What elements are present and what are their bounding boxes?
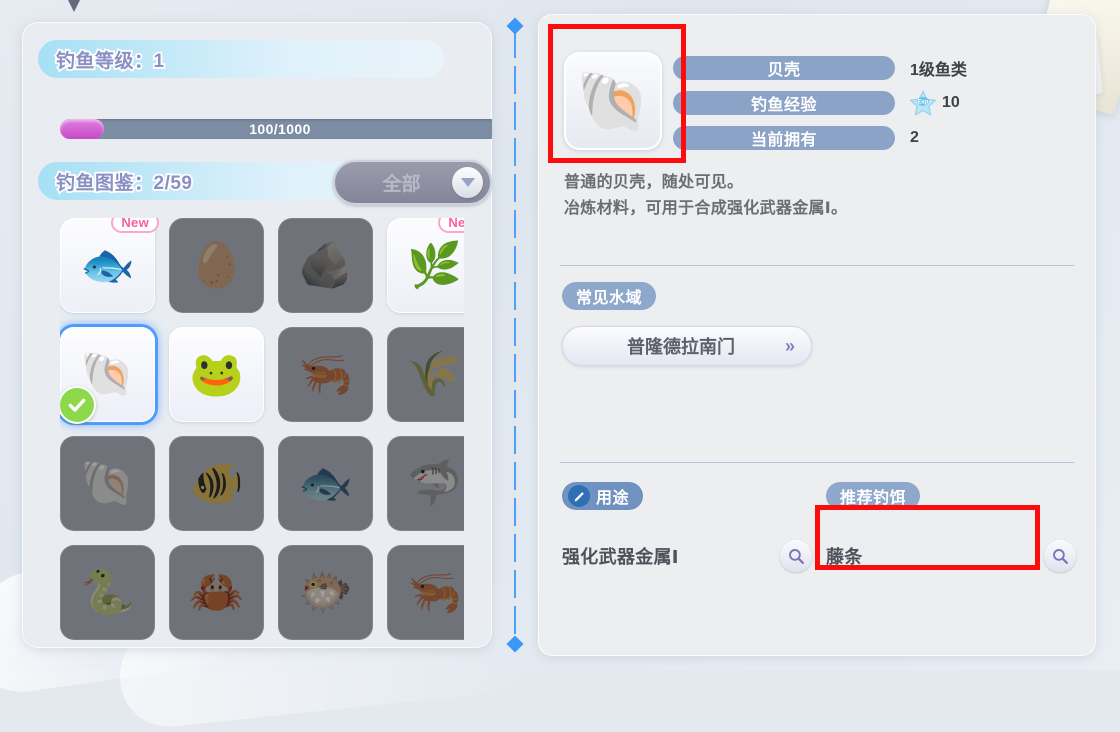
carp-icon: 🐠 [189,458,244,508]
item-stat-row: 钓鱼经验 Exp 10 [673,90,1073,116]
fishing-xp-fill [60,119,104,139]
fish-cell-seaweed[interactable]: 🌿 New [387,218,464,313]
conch-icon: 🐚 [80,458,135,508]
panel-divider [506,17,524,653]
item-stat-row: 贝壳 1级鱼类 [673,56,1073,80]
fish-cell-catfish[interactable]: 🐡 [278,545,373,640]
item-stat-value-text: 2 [910,129,919,146]
chevron-right-icon[interactable]: » [785,336,795,357]
trout-icon: 🐟 [298,458,353,508]
seaweed-icon: 🌿 [407,240,462,290]
fishing-level-label: 钓鱼等级：1 [54,49,166,74]
usage-title-label: 用途 [596,490,630,507]
divider-dashed-line [514,30,516,640]
frog-icon: 🐸 [189,349,244,399]
recommended-bait-title: 推荐钓饵 [826,482,921,510]
shrimp-icon: 🦐 [298,349,353,399]
prawn-icon: 🦐 [407,567,462,617]
item-stat-value-text: 10 [942,94,960,111]
fishing-codex-label: 钓鱼图鉴：2/59 [54,171,193,196]
search-icon[interactable] [1044,540,1076,572]
item-stat-value: 1级鱼类 [910,56,967,80]
fishing-xp-text: 100/1000 [249,121,311,137]
new-badge: New [438,218,464,233]
item-stat-label: 钓鱼经验 [673,91,895,115]
common-water-title: 常见水域 [562,282,657,310]
usage-section: 用途 强化武器金属Ⅰ [562,482,812,578]
fish-cell-lotus-pod[interactable]: 🌾 [387,327,464,422]
recommended-bait-section: 推荐钓饵 藤条 [826,482,1076,578]
item-stat-value-text: 1级鱼类 [910,62,967,79]
lotus-pod-icon: 🌾 [407,349,462,399]
item-icon-glyph: 🐚 [575,67,651,135]
shell-icon[interactable]: 🐚 [564,52,662,150]
fish-cell-rock[interactable]: 🪨 [278,218,373,313]
fish-cell-crab[interactable]: 🦀 [169,545,264,640]
fish-cell-shell[interactable]: 🐚 [60,327,155,424]
fish-cell-prawn[interactable]: 🦐 [387,545,464,640]
fish-cell-egg-dark[interactable]: 🥚 [169,218,264,313]
bait-entry-name: 藤条 [826,547,863,567]
catfish-icon: 🐡 [298,567,353,617]
fish-blue-icon: 🐟 [80,240,135,290]
item-stat-value: 2 [910,129,919,147]
bait-entry-row[interactable]: 藤条 [826,534,1076,578]
fishing-level-banner: 钓鱼等级：1 [38,40,444,78]
fish-cell-trout[interactable]: 🐟 [278,436,373,531]
fish-cell-conch[interactable]: 🐚 [60,436,155,531]
fish-cell-carp[interactable]: 🐠 [169,436,264,531]
search-icon[interactable] [780,540,812,572]
common-water-section: 常见水域 普隆德拉南门 » [562,282,812,366]
fish-cell-fish-blue[interactable]: 🐟 New [60,218,159,313]
usage-title-badge: 用途 [562,482,644,510]
usage-entry-row[interactable]: 强化武器金属Ⅰ [562,534,812,578]
check-icon [60,386,96,424]
fish-grid[interactable]: 🐟 New 🥚 🪨 🌿 New 🐚 🐸 🦐 🌾 🐚 🐠 🐟 🦈 🐍 🦀 🐡 🦐 [60,218,464,648]
chevron-down-icon[interactable] [452,167,483,198]
egg-dark-icon: 🥚 [189,240,244,290]
water-location-name: 普隆德拉南门 [626,337,735,357]
category-filter-label: 全部 [382,174,421,195]
sturgeon-icon: 🦈 [407,458,462,508]
category-filter-dropdown[interactable]: 全部 [333,160,492,205]
fish-cell-frog[interactable]: 🐸 [169,327,264,422]
item-description-line-2: 冶炼材料，可用于合成强化武器金属Ⅰ。 [564,200,848,217]
crab-icon: 🦀 [189,567,244,617]
svg-text:Exp: Exp [918,100,929,106]
eel-icon: 🐍 [80,567,135,617]
item-stat-label: 贝壳 [673,56,895,80]
item-stat-value: Exp 10 [910,90,960,116]
cursor-pointer-icon [66,0,82,12]
usage-entry-name: 强化武器金属Ⅰ [562,547,679,567]
new-badge: New [111,218,159,233]
fish-cell-shrimp[interactable]: 🦐 [278,327,373,422]
exp-star-icon: Exp [910,90,936,116]
fish-cell-eel[interactable]: 🐍 [60,545,155,640]
item-stat-label: 当前拥有 [673,126,895,150]
fishing-xp-progressbar: 100/1000 [60,119,492,139]
pencil-icon [568,485,590,507]
divider-rule-top [560,265,1074,266]
item-detail-panel: 🐚 贝壳 1级鱼类 钓鱼经验 Exp 10 当前拥有 2 普通的贝壳，随处可见。 冶炼材料，… [538,14,1096,656]
item-description: 普通的贝壳，随处可见。 冶炼材料，可用于合成强化武器金属Ⅰ。 [564,170,1072,222]
fishing-codex-panel: 钓鱼等级：1 100/1000 钓鱼图鉴：2/59 全部 🐟 New 🥚 🪨 🌿 New 🐚… [22,22,492,648]
item-description-line-1: 普通的贝壳，随处可见。 [564,174,744,191]
fish-cell-sturgeon[interactable]: 🦈 [387,436,464,531]
water-location-chip[interactable]: 普隆德拉南门 » [562,326,812,366]
rock-icon: 🪨 [298,240,353,290]
item-stat-list: 贝壳 1级鱼类 钓鱼经验 Exp 10 当前拥有 2 [673,56,1073,161]
divider-rule-bottom [560,462,1074,463]
item-stat-row: 当前拥有 2 [673,126,1073,150]
